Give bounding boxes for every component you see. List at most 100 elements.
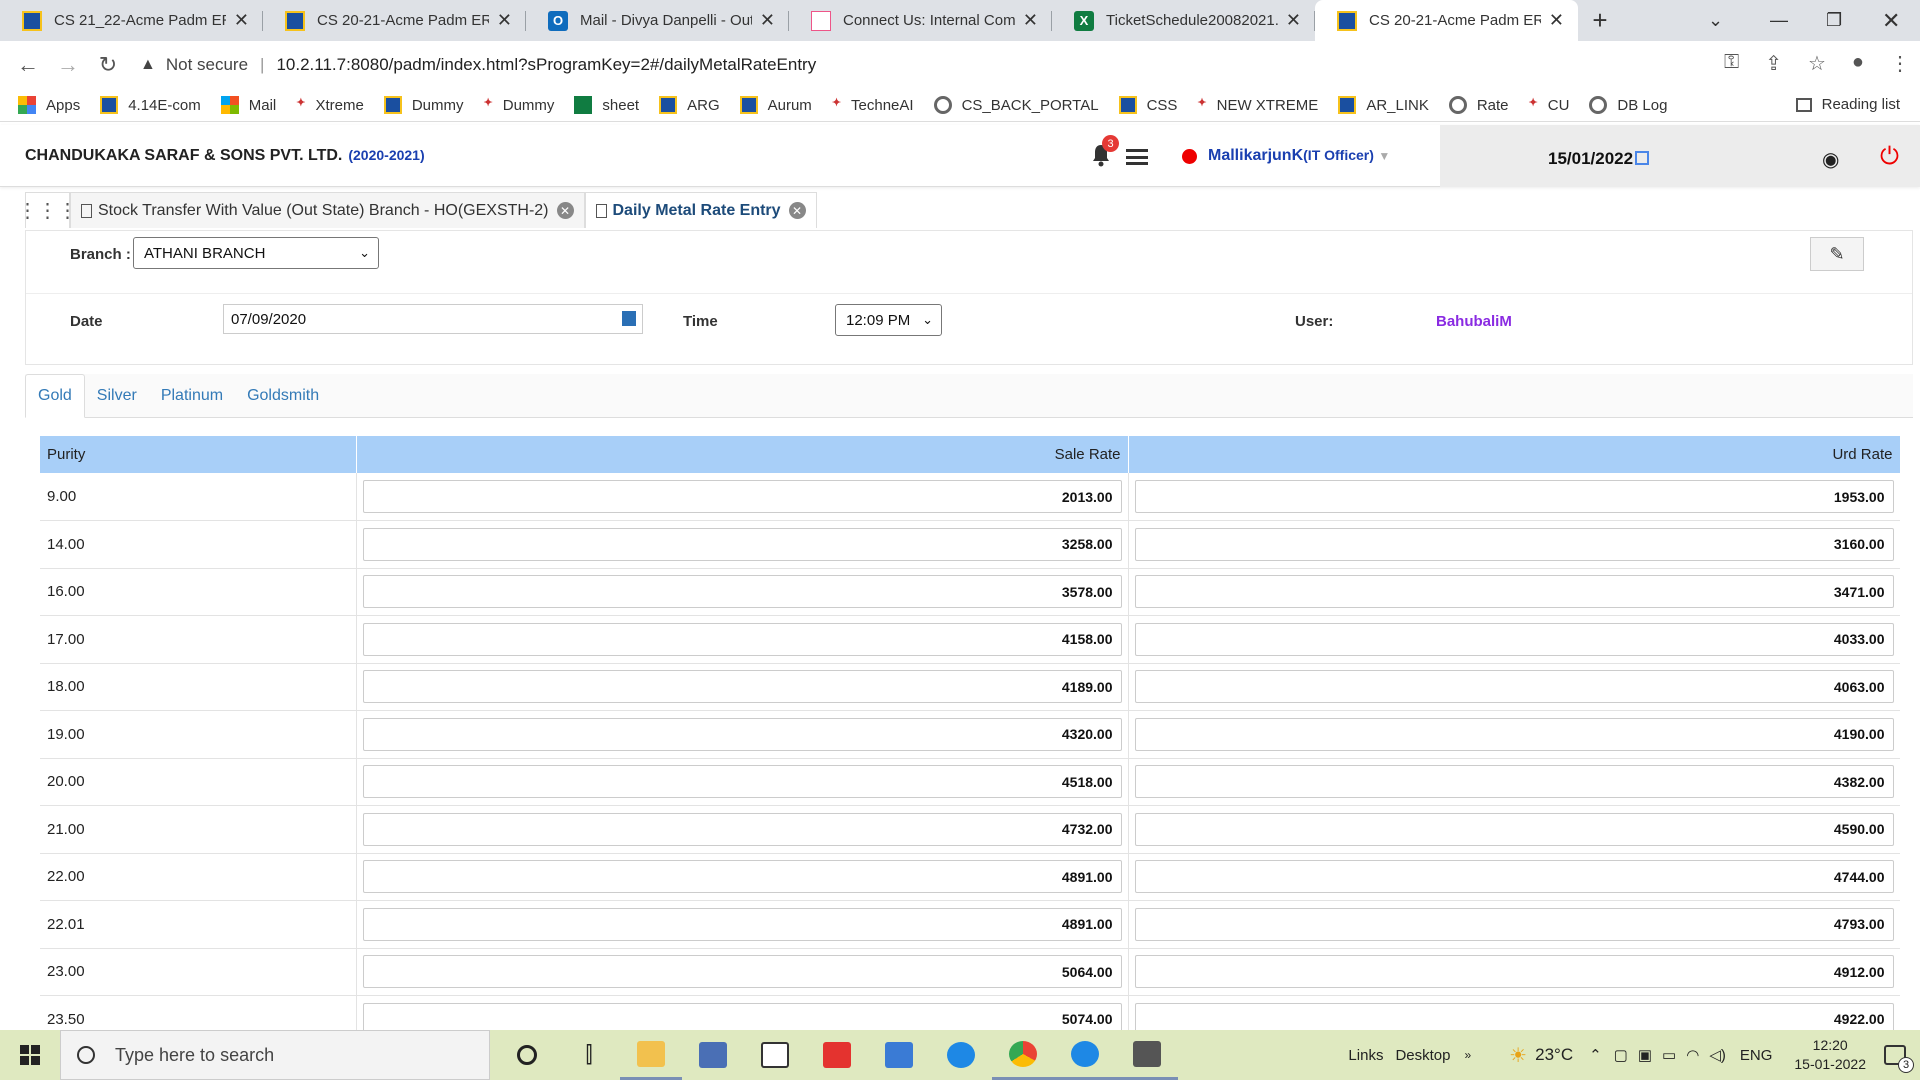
sale-rate-input[interactable]: 4891.00	[362, 907, 1122, 941]
power-logout-icon[interactable]: ⏻	[1880, 143, 1899, 171]
wifi-icon[interactable]: ◠	[1686, 1046, 1699, 1064]
bookmark-item[interactable]: ✦ Dummy	[484, 96, 555, 114]
urd-rate-input[interactable]: 4590.00	[1134, 812, 1894, 846]
close-tab-icon[interactable]: ✕	[234, 10, 249, 31]
edit-button[interactable]: ✎	[1810, 237, 1864, 271]
sale-rate-input[interactable]: 2013.00	[362, 480, 1122, 513]
tab-search-chevron-icon[interactable]: ⌄	[1708, 0, 1723, 41]
browser-tab[interactable]: Connect Us: Internal Comm ✕	[789, 0, 1052, 41]
bookmark-item[interactable]: DB Log	[1589, 96, 1667, 114]
forward-button[interactable]: →	[48, 52, 88, 78]
tab-gold[interactable]: Gold	[25, 374, 85, 418]
hide-eye-icon[interactable]: ◉	[1822, 147, 1839, 172]
vnc-viewer-icon[interactable]	[744, 1030, 806, 1080]
chrome-icon[interactable]	[992, 1030, 1054, 1080]
bookmark-item[interactable]: 4.14E-com	[100, 96, 201, 114]
back-button[interactable]: ←	[8, 52, 48, 78]
bookmark-item[interactable]: ✦ CU	[1529, 96, 1570, 114]
browser-tab[interactable]: O Mail - Divya Danpelli - Outl ✕	[526, 0, 789, 41]
taskbar-search[interactable]: Type here to search	[60, 1030, 490, 1080]
branch-select[interactable]: ATHANI BRANCH ⌄	[133, 237, 379, 269]
urd-rate-input[interactable]: 4793.00	[1134, 907, 1894, 941]
sale-rate-input[interactable]: 3578.00	[362, 575, 1122, 609]
cortana-icon[interactable]	[496, 1030, 558, 1080]
maximize-button[interactable]: ❐	[1826, 0, 1842, 41]
file-explorer-icon[interactable]	[620, 1030, 682, 1080]
calendar-icon[interactable]	[1635, 151, 1650, 165]
urd-rate-input[interactable]: 4382.00	[1134, 765, 1894, 799]
bookmark-item[interactable]: Aurum	[739, 96, 812, 114]
sale-rate-input[interactable]: 4320.00	[362, 717, 1122, 751]
close-window-button[interactable]: ✕	[1882, 0, 1900, 41]
close-tab-icon[interactable]: ✕	[556, 202, 574, 219]
browser-tab[interactable]: CS 20-21-Acme Padm ERP ✕	[1315, 0, 1578, 41]
bookmark-item[interactable]: CSS	[1118, 96, 1177, 114]
bookmark-item[interactable]: Dummy	[383, 96, 464, 114]
volume-icon[interactable]: ◁)	[1709, 1046, 1726, 1064]
bookmark-item[interactable]: ✦ Xtreme	[296, 96, 364, 114]
urd-rate-input[interactable]: 4033.00	[1134, 622, 1894, 656]
links-toolbar[interactable]: Links	[1348, 1047, 1383, 1064]
bookmark-item[interactable]: CS_BACK_PORTAL	[933, 96, 1099, 114]
close-tab-icon[interactable]: ✕	[1286, 10, 1301, 31]
urd-rate-input[interactable]: 1953.00	[1134, 480, 1894, 513]
calculator-icon[interactable]	[1116, 1030, 1178, 1080]
close-tab-icon[interactable]: ✕	[1549, 10, 1564, 31]
urd-rate-input[interactable]: 4912.00	[1134, 955, 1894, 989]
close-tab-icon[interactable]: ✕	[1023, 10, 1038, 31]
calendar-icon[interactable]	[622, 311, 636, 326]
bookmark-item[interactable]: ARG	[659, 96, 720, 114]
language-indicator[interactable]: ENG	[1740, 1047, 1773, 1064]
remote-desktop-icon[interactable]	[868, 1030, 930, 1080]
desktop-toolbar[interactable]: Desktop	[1395, 1047, 1450, 1064]
browser-tab[interactable]: CS 20-21-Acme Padm ERP ✕	[263, 0, 526, 41]
network-app-icon[interactable]	[682, 1030, 744, 1080]
reading-list[interactable]: Reading list	[1795, 96, 1900, 113]
star-icon[interactable]: ☆	[1808, 51, 1826, 76]
profile-icon[interactable]: ●	[1852, 51, 1864, 76]
tray-up-arrow-icon[interactable]: ⌃	[1589, 1046, 1602, 1064]
menu-list-icon[interactable]	[1126, 149, 1148, 165]
battery-icon[interactable]: ▭	[1662, 1046, 1676, 1064]
start-button[interactable]	[0, 1030, 60, 1080]
anydesk-icon[interactable]	[806, 1030, 868, 1080]
share-icon[interactable]: ⇪	[1765, 51, 1782, 76]
urd-rate-input[interactable]: 3160.00	[1134, 527, 1894, 561]
address-bar[interactable]: ▲ Not secure | 10.2.11.7:8080/padm/index…	[140, 47, 1700, 83]
sale-rate-input[interactable]: 4189.00	[362, 670, 1122, 704]
temperature[interactable]: 23°C	[1535, 1045, 1573, 1065]
system-clock[interactable]: 12:20 15-01-2022	[1794, 1036, 1866, 1074]
date-input[interactable]: 07/09/2020	[223, 304, 643, 334]
user-menu[interactable]: MallikarjunK(IT Officer) ▼	[1208, 147, 1390, 165]
softphone-icon[interactable]	[1054, 1030, 1116, 1080]
bookmark-item[interactable]: Mail	[220, 96, 276, 114]
task-view-icon[interactable]: ⫿	[558, 1030, 620, 1080]
time-select[interactable]: 12:09 PM ⌄	[835, 304, 942, 336]
reload-button[interactable]: ↻	[88, 52, 128, 78]
bookmark-item[interactable]: Apps	[18, 96, 80, 114]
tab-goldsmith[interactable]: Goldsmith	[235, 374, 331, 418]
urd-rate-input[interactable]: 3471.00	[1134, 575, 1894, 609]
sale-rate-input[interactable]: 5064.00	[362, 955, 1122, 989]
tray-device-icon[interactable]: ▢	[1614, 1046, 1628, 1064]
browser-tab[interactable]: X TicketSchedule20082021.xl ✕	[1052, 0, 1315, 41]
sale-rate-input[interactable]: 4158.00	[362, 622, 1122, 656]
sale-rate-input[interactable]: 4732.00	[362, 812, 1122, 846]
tray-monitor-icon[interactable]: ▣	[1638, 1046, 1652, 1064]
close-tab-icon[interactable]: ✕	[760, 10, 775, 31]
browser-menu-icon[interactable]: ⋮	[1890, 51, 1910, 76]
sale-rate-input[interactable]: 5074.00	[362, 1002, 1122, 1030]
new-tab-button[interactable]: +	[1578, 0, 1622, 41]
sale-rate-input[interactable]: 4518.00	[362, 765, 1122, 799]
close-tab-icon[interactable]: ✕	[497, 10, 512, 31]
bookmark-item[interactable]: sheet	[574, 96, 639, 114]
urd-rate-input[interactable]: 4744.00	[1134, 860, 1894, 894]
sale-rate-input[interactable]: 4891.00	[362, 860, 1122, 894]
tab-daily-metal-rate-entry[interactable]: Daily Metal Rate Entry ✕	[584, 192, 817, 228]
urd-rate-input[interactable]: 4922.00	[1134, 1002, 1894, 1030]
toolbar-chevron-icon[interactable]: »	[1464, 1048, 1471, 1062]
close-tab-icon[interactable]: ✕	[788, 202, 806, 219]
bookmark-item[interactable]: AR_LINK	[1338, 96, 1429, 114]
tab-silver[interactable]: Silver	[85, 374, 149, 418]
action-center-icon[interactable]: 3	[1884, 1045, 1914, 1073]
